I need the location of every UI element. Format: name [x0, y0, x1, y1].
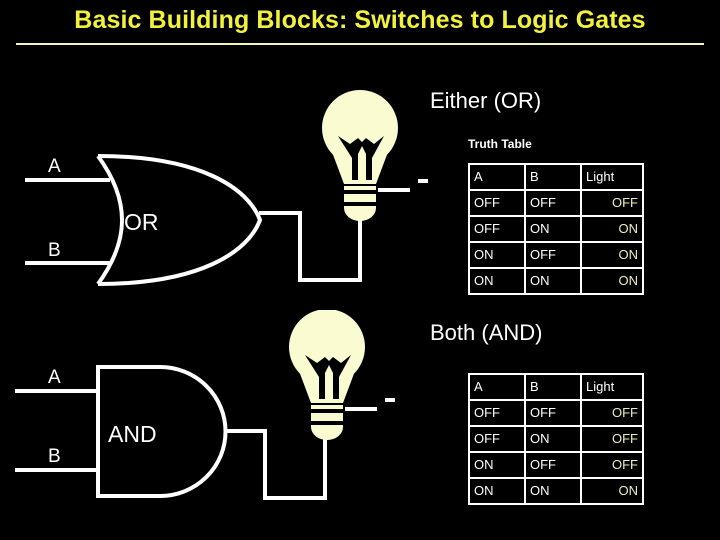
or-input-label-b: B	[48, 240, 61, 261]
table-row: ON ON ON	[468, 477, 644, 505]
cell-a: ON	[468, 477, 526, 505]
truth-table-or: A B Light OFF OFF OFF OFF ON ON ON OFF O…	[468, 163, 644, 295]
slide-canvas: Basic Building Blocks: Switches to Logic…	[0, 0, 720, 540]
cell-b: ON	[524, 425, 582, 453]
column-header-a: A	[468, 373, 526, 401]
cell-light: ON	[580, 241, 644, 269]
or-gate-label: OR	[124, 209, 159, 235]
and-input-label-b: B	[48, 446, 61, 467]
or-circuit-diagram: OR A B	[25, 90, 428, 286]
bulb-base-tip	[344, 208, 376, 221]
cell-a: ON	[468, 267, 526, 295]
table-row: ON ON ON	[468, 267, 644, 295]
table-row: ON OFF ON	[468, 241, 644, 269]
cell-a: ON	[468, 451, 526, 479]
cell-b: OFF	[524, 451, 582, 479]
cell-b: ON	[524, 215, 582, 243]
column-header-light: Light	[580, 163, 644, 191]
or-output-wire	[259, 201, 362, 282]
cell-b: OFF	[524, 189, 582, 217]
and-output-wire	[224, 420, 327, 500]
lightbulb-icon	[322, 90, 398, 221]
cell-a: ON	[468, 241, 526, 269]
cell-a: OFF	[468, 215, 526, 243]
table-row: ON OFF OFF	[468, 451, 644, 479]
title-divider	[16, 43, 704, 45]
cell-light: OFF	[580, 399, 644, 427]
truth-table-and: A B Light OFF OFF OFF OFF ON OFF ON OFF …	[468, 373, 644, 505]
column-header-b: B	[524, 163, 582, 191]
table-header-row: A B Light	[468, 163, 644, 191]
table-row: OFF ON ON	[468, 215, 644, 243]
cell-a: OFF	[468, 189, 526, 217]
cell-light: ON	[580, 477, 644, 505]
cell-light: ON	[580, 267, 644, 295]
bulb-base-tip	[311, 427, 343, 440]
cell-b: OFF	[524, 241, 582, 269]
table-row: OFF ON OFF	[468, 425, 644, 453]
table-header-row: A B Light	[468, 373, 644, 401]
lightbulb-icon	[289, 310, 365, 440]
and-circuit-diagram: AND A B	[15, 310, 395, 500]
section-heading-or: Either (OR)	[430, 88, 542, 113]
cell-b: ON	[524, 267, 582, 295]
cell-light: OFF	[580, 425, 644, 453]
cell-b: ON	[524, 477, 582, 505]
column-header-a: A	[468, 163, 526, 191]
truth-table-label-or: Truth Table	[468, 137, 532, 151]
and-gate-label: AND	[108, 421, 157, 447]
section-heading-and: Both (AND)	[430, 320, 543, 345]
cell-light: OFF	[580, 451, 644, 479]
cell-light: ON	[580, 215, 644, 243]
page-title: Basic Building Blocks: Switches to Logic…	[74, 6, 646, 34]
bulb-neck	[332, 152, 388, 184]
bulb-neck	[299, 371, 355, 403]
table-row: OFF OFF OFF	[468, 189, 644, 217]
or-input-label-a: A	[48, 156, 61, 177]
cell-a: OFF	[468, 425, 526, 453]
cell-light: OFF	[580, 189, 644, 217]
cell-a: OFF	[468, 399, 526, 427]
table-row: OFF OFF OFF	[468, 399, 644, 427]
and-input-label-a: A	[48, 367, 61, 388]
column-header-b: B	[524, 373, 582, 401]
cell-b: OFF	[524, 399, 582, 427]
column-header-light: Light	[580, 373, 644, 401]
